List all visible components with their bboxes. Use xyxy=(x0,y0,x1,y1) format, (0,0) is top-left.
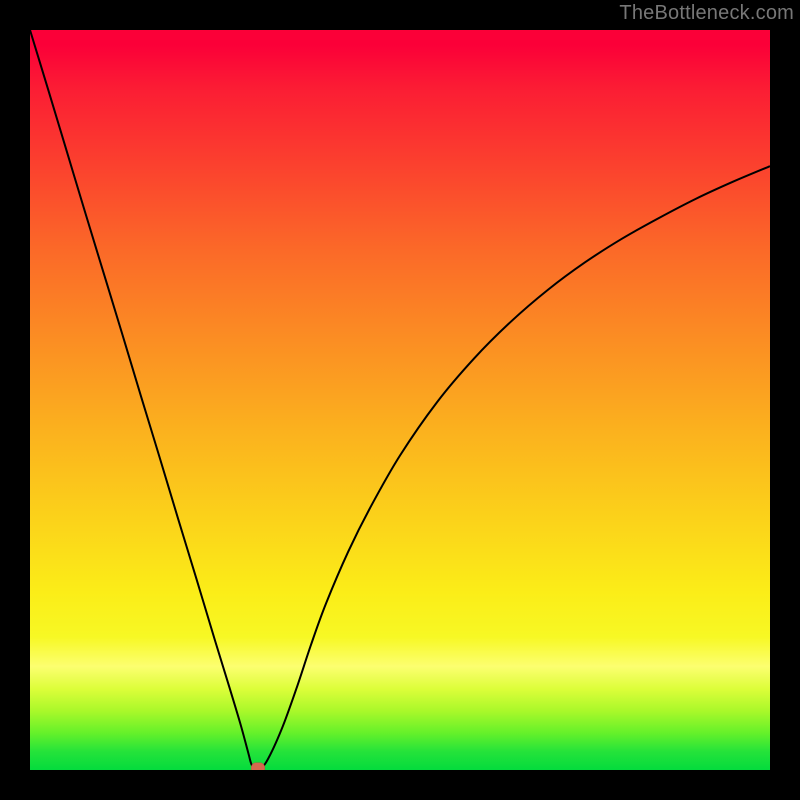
attribution-label: TheBottleneck.com xyxy=(619,2,794,25)
plot-area xyxy=(30,30,770,770)
bottleneck-curve xyxy=(30,30,770,770)
curve-layer xyxy=(30,30,770,770)
chart-frame: TheBottleneck.com xyxy=(0,0,800,800)
minimum-marker xyxy=(251,762,265,770)
